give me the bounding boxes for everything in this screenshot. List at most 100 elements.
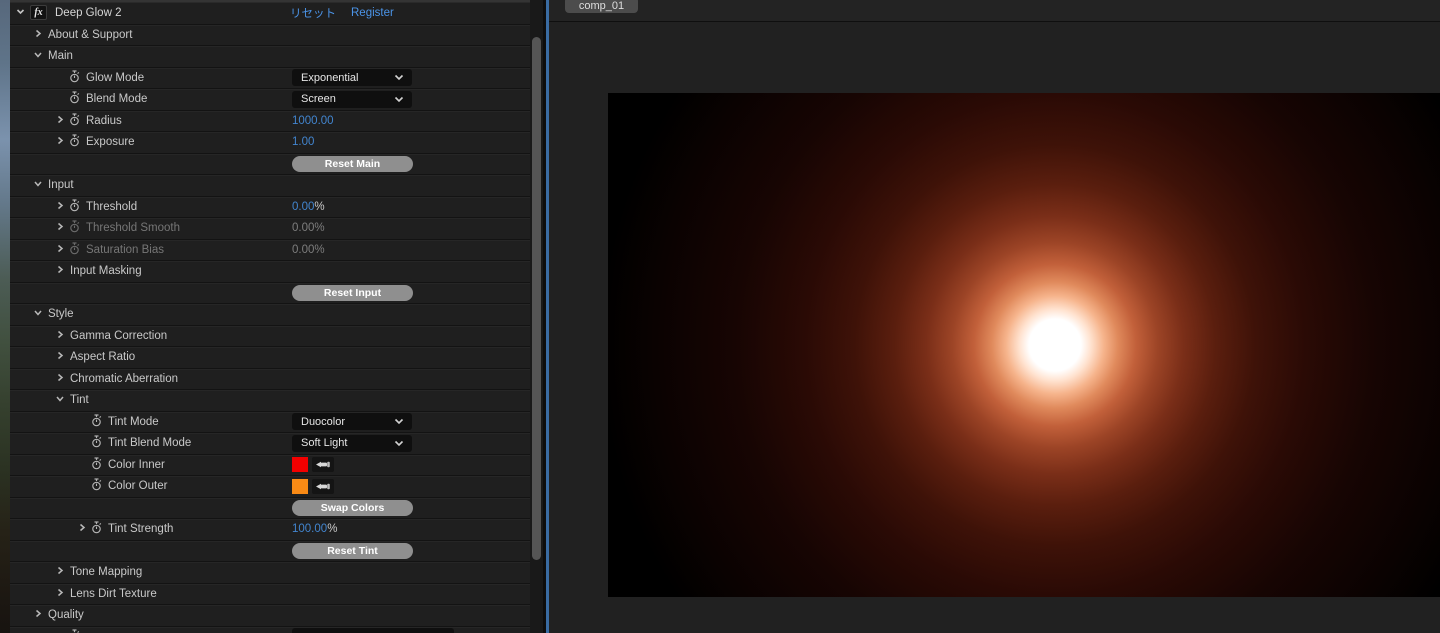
- param-row-threshold-smooth: Threshold Smooth 0.00%: [10, 218, 530, 240]
- reset-tint-button[interactable]: Reset Tint: [292, 542, 413, 559]
- fx-effect-icon: fx: [30, 5, 47, 21]
- param-label: Aspect Ratio: [70, 351, 136, 364]
- param-label: Style: [48, 308, 74, 321]
- group-row-style: Style: [10, 304, 530, 326]
- chevron-down-icon[interactable]: [34, 179, 42, 191]
- row-dropdown[interactable]: [292, 628, 454, 633]
- chevron-down-icon[interactable]: [34, 50, 42, 62]
- chevron-right-icon[interactable]: [56, 566, 64, 578]
- chevron-right-icon[interactable]: [56, 265, 64, 277]
- reset-input-button-row: Reset Input: [10, 282, 530, 304]
- swap-colors-button[interactable]: Swap Colors: [292, 499, 413, 516]
- stopwatch-icon[interactable]: [69, 70, 80, 86]
- chevron-down-icon[interactable]: [56, 394, 64, 406]
- param-label: Tint Strength: [108, 523, 174, 536]
- scrollbar-thumb[interactable]: [532, 37, 541, 560]
- exposure-value[interactable]: 1.00: [292, 136, 314, 148]
- param-row-row: [10, 626, 530, 633]
- radius-value[interactable]: 1000.00: [292, 115, 334, 127]
- chevron-down-icon[interactable]: [34, 308, 42, 320]
- stopwatch-icon[interactable]: [69, 629, 80, 633]
- param-label: Blend Mode: [86, 93, 148, 106]
- param-label: Quality: [48, 609, 84, 622]
- stopwatch-icon[interactable]: [69, 220, 80, 236]
- param-row-tint-mode: Tint Mode Duocolor: [10, 411, 530, 433]
- stopwatch-icon[interactable]: [91, 521, 102, 537]
- stopwatch-icon[interactable]: [91, 478, 102, 494]
- composition-canvas-glow-render: [608, 93, 1440, 597]
- chevron-right-icon[interactable]: [78, 523, 86, 535]
- tab-comp-01[interactable]: comp_01: [565, 0, 638, 13]
- tint-blend-mode-dropdown[interactable]: Soft Light: [292, 434, 412, 452]
- param-label: Gamma Correction: [70, 329, 168, 342]
- value-suffix: %: [314, 243, 325, 256]
- value-suffix: %: [314, 200, 325, 213]
- param-row-blend-mode: Blend Mode Screen: [10, 89, 530, 111]
- chevron-down-icon[interactable]: [16, 7, 25, 19]
- value-suffix: %: [314, 222, 325, 235]
- group-row-tint: Tint: [10, 390, 530, 412]
- group-row-aspect-ratio: Aspect Ratio: [10, 347, 530, 369]
- param-row-glow-mode: Glow Mode Exponential: [10, 67, 530, 89]
- chevron-right-icon[interactable]: [56, 222, 64, 234]
- chevron-right-icon[interactable]: [56, 373, 64, 385]
- stopwatch-icon[interactable]: [69, 91, 80, 107]
- viewer-tab-strip: comp_01: [549, 0, 1440, 22]
- group-row-gamma-correction: Gamma Correction: [10, 325, 530, 347]
- param-row-tint-strength: Tint Strength 100.00%: [10, 519, 530, 541]
- composition-viewer-panel: comp_01: [549, 0, 1440, 633]
- param-label: Input Masking: [70, 265, 142, 278]
- param-row-saturation-bias: Saturation Bias 0.00%: [10, 239, 530, 261]
- chevron-right-icon[interactable]: [56, 588, 64, 600]
- stopwatch-icon[interactable]: [69, 199, 80, 215]
- param-label: Color Inner: [108, 458, 165, 471]
- group-row-lens-dirt-texture: Lens Dirt Texture: [10, 583, 530, 605]
- effect-title: Deep Glow 2: [55, 6, 122, 19]
- eyedropper-icon[interactable]: [312, 478, 334, 494]
- color-inner-swatch[interactable]: [292, 457, 308, 473]
- param-row-threshold: Threshold 0.00%: [10, 196, 530, 218]
- eyedropper-icon[interactable]: [312, 457, 334, 473]
- chevron-right-icon[interactable]: [56, 136, 64, 148]
- register-link[interactable]: Register: [351, 7, 394, 19]
- reset-main-button[interactable]: Reset Main: [292, 155, 413, 172]
- group-row-input: Input: [10, 175, 530, 197]
- chevron-right-icon[interactable]: [56, 115, 64, 127]
- chevron-right-icon[interactable]: [56, 244, 64, 256]
- param-label: Input: [48, 179, 74, 192]
- color-outer-swatch[interactable]: [292, 478, 308, 494]
- tint-strength-value[interactable]: 100.00: [292, 523, 327, 535]
- chevron-right-icon[interactable]: [34, 609, 42, 621]
- reset-input-button[interactable]: Reset Input: [292, 284, 413, 301]
- chevron-right-icon[interactable]: [56, 201, 64, 213]
- param-label: Saturation Bias: [86, 243, 164, 256]
- scrollbar-track[interactable]: [530, 0, 543, 633]
- threshold-smooth-value[interactable]: 0.00: [292, 222, 314, 234]
- stopwatch-icon[interactable]: [91, 457, 102, 473]
- stopwatch-icon[interactable]: [91, 414, 102, 430]
- param-label: Threshold Smooth: [86, 222, 180, 235]
- saturation-bias-value[interactable]: 0.00: [292, 244, 314, 256]
- param-row-exposure: Exposure 1.00: [10, 132, 530, 154]
- tint-mode-dropdown[interactable]: Duocolor: [292, 413, 412, 431]
- chevron-right-icon[interactable]: [56, 351, 64, 363]
- chevron-right-icon[interactable]: [34, 29, 42, 41]
- param-row-tint-blend-mode: Tint Blend Mode Soft Light: [10, 433, 530, 455]
- param-label: Main: [48, 50, 73, 63]
- reset-tint-button-row: Reset Tint: [10, 540, 530, 562]
- chevron-right-icon[interactable]: [56, 330, 64, 342]
- stopwatch-icon[interactable]: [91, 435, 102, 451]
- stopwatch-icon[interactable]: [69, 134, 80, 150]
- reset-link[interactable]: リセット: [290, 5, 336, 21]
- stopwatch-icon[interactable]: [69, 242, 80, 258]
- group-row-about-support: About & Support: [10, 24, 530, 46]
- stopwatch-icon[interactable]: [69, 113, 80, 129]
- reset-main-button-row: Reset Main: [10, 153, 530, 175]
- glow-mode-dropdown[interactable]: Exponential: [292, 69, 412, 87]
- group-row-quality: Quality: [10, 605, 530, 627]
- effect-rows: About & Support Main Glow Mode Exponential B…: [10, 24, 530, 633]
- blend-mode-dropdown[interactable]: Screen: [292, 90, 412, 108]
- param-label: Lens Dirt Texture: [70, 587, 157, 600]
- threshold-value[interactable]: 0.00: [292, 201, 314, 213]
- swap-colors-button-row: Swap Colors: [10, 497, 530, 519]
